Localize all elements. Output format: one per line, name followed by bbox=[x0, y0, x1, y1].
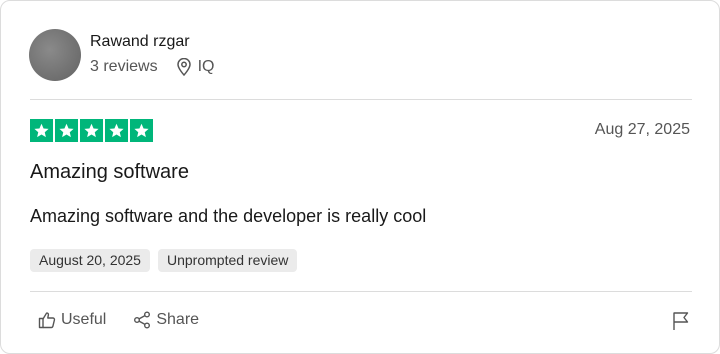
thumbs-up-icon bbox=[38, 312, 56, 329]
review-card: Rawand rzgar 3 reviews IQ Aug 27, 2025 A… bbox=[0, 0, 720, 354]
review-date: Aug 27, 2025 bbox=[594, 121, 690, 138]
avatar[interactable] bbox=[29, 29, 81, 81]
country-code: IQ bbox=[197, 58, 215, 75]
reviewer-name[interactable]: Rawand rzgar bbox=[90, 33, 190, 51]
useful-button[interactable]: Useful bbox=[38, 311, 106, 329]
star-icon bbox=[130, 119, 153, 142]
unprompted-review-tag: Unprompted review bbox=[157, 249, 298, 272]
reviewer-location: IQ bbox=[176, 58, 215, 76]
star-icon bbox=[105, 119, 128, 142]
experience-date-tag: August 20, 2025 bbox=[30, 249, 150, 272]
star-icon bbox=[30, 119, 53, 142]
review-text: Amazing software and the developer is re… bbox=[30, 206, 427, 226]
star-rating bbox=[30, 119, 153, 142]
review-actions: Useful Share bbox=[38, 311, 199, 329]
share-icon bbox=[134, 311, 151, 329]
flag-icon bbox=[673, 312, 689, 330]
reviewer-meta: 3 reviews IQ bbox=[90, 58, 214, 76]
divider bbox=[30, 99, 692, 100]
share-button[interactable]: Share bbox=[133, 311, 199, 329]
useful-label: Useful bbox=[61, 311, 107, 328]
reviews-count: 3 reviews bbox=[90, 58, 158, 75]
report-button[interactable] bbox=[672, 311, 690, 336]
review-tags: August 20, 2025 Unprompted review bbox=[30, 249, 298, 272]
divider bbox=[30, 291, 692, 292]
review-title: Amazing software bbox=[30, 161, 189, 183]
share-label: Share bbox=[156, 311, 200, 328]
star-icon bbox=[55, 119, 78, 142]
location-pin-icon bbox=[176, 58, 191, 76]
star-icon bbox=[80, 119, 103, 142]
